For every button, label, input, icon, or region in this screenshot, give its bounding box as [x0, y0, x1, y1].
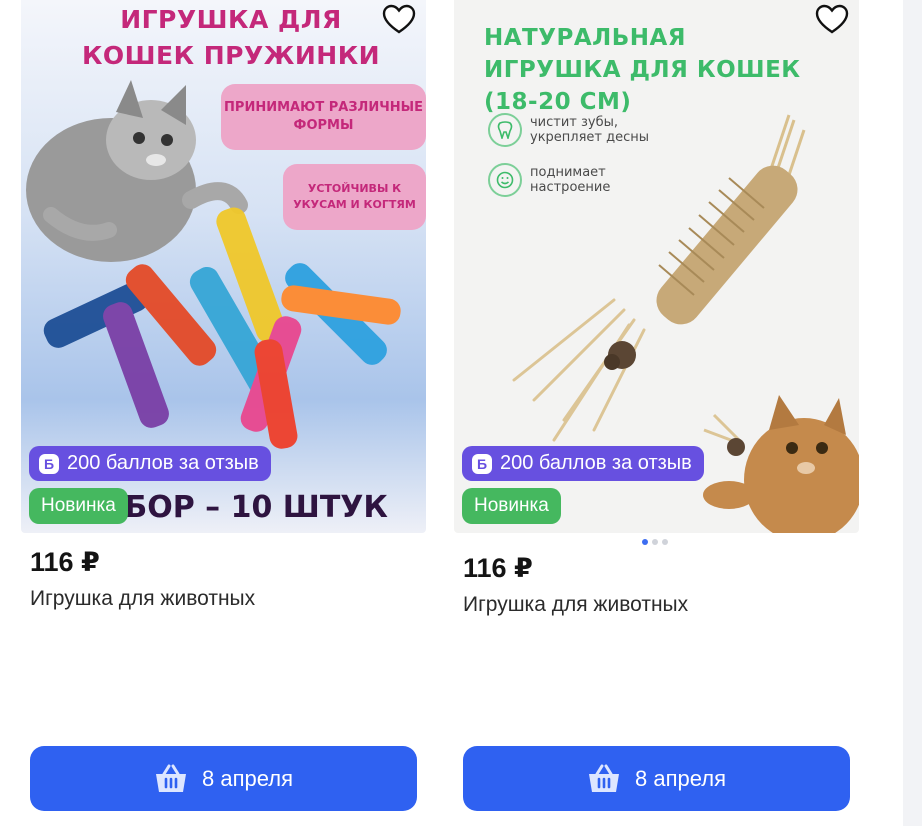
points-badge: Б 200 баллов за отзыв	[462, 446, 704, 481]
carousel-dot[interactable]	[642, 539, 648, 545]
catnip-stick-illustration	[512, 114, 806, 442]
heart-icon	[815, 4, 849, 34]
carousel-dot[interactable]	[652, 539, 658, 545]
new-badge: Новинка	[29, 488, 128, 524]
favorite-button[interactable]	[815, 4, 849, 36]
basket-icon	[156, 764, 186, 792]
product-title[interactable]: Игрушка для животных	[463, 593, 688, 617]
product-title[interactable]: Игрушка для животных	[30, 587, 255, 611]
product-image[interactable]: НАТУРАЛЬНАЯ ИГРУШКА ДЛЯ КОШЕК (18-20 СМ)…	[454, 0, 859, 533]
delivery-date-label: 8 апреля	[202, 765, 293, 791]
heart-icon	[382, 4, 416, 34]
product-price: 116 ₽	[30, 547, 100, 577]
image-carousel-dots[interactable]	[642, 539, 668, 545]
delivery-date-label: 8 апреля	[635, 765, 726, 791]
product-image[interactable]: ИГРУШКА ДЛЯ КОШЕК ПРУЖИНКИ ПРИНИМАЮТ РАЗ…	[21, 0, 426, 533]
points-icon: Б	[472, 453, 492, 474]
add-to-cart-button[interactable]: 8 апреля	[30, 746, 417, 811]
points-badge: Б 200 баллов за отзыв	[29, 446, 271, 481]
page-edge-panel	[903, 0, 922, 826]
add-to-cart-button[interactable]: 8 апреля	[463, 746, 850, 811]
favorite-button[interactable]	[382, 4, 416, 36]
basket-icon	[589, 764, 619, 792]
product-price: 116 ₽	[463, 553, 533, 583]
new-badge: Новинка	[462, 488, 561, 524]
kitten-illustration	[26, 80, 248, 262]
cat-illustration	[703, 395, 859, 533]
points-badge-label: 200 баллов за отзыв	[67, 452, 259, 474]
points-icon: Б	[39, 453, 59, 474]
carousel-dot[interactable]	[662, 539, 668, 545]
points-badge-label: 200 баллов за отзыв	[500, 452, 692, 474]
